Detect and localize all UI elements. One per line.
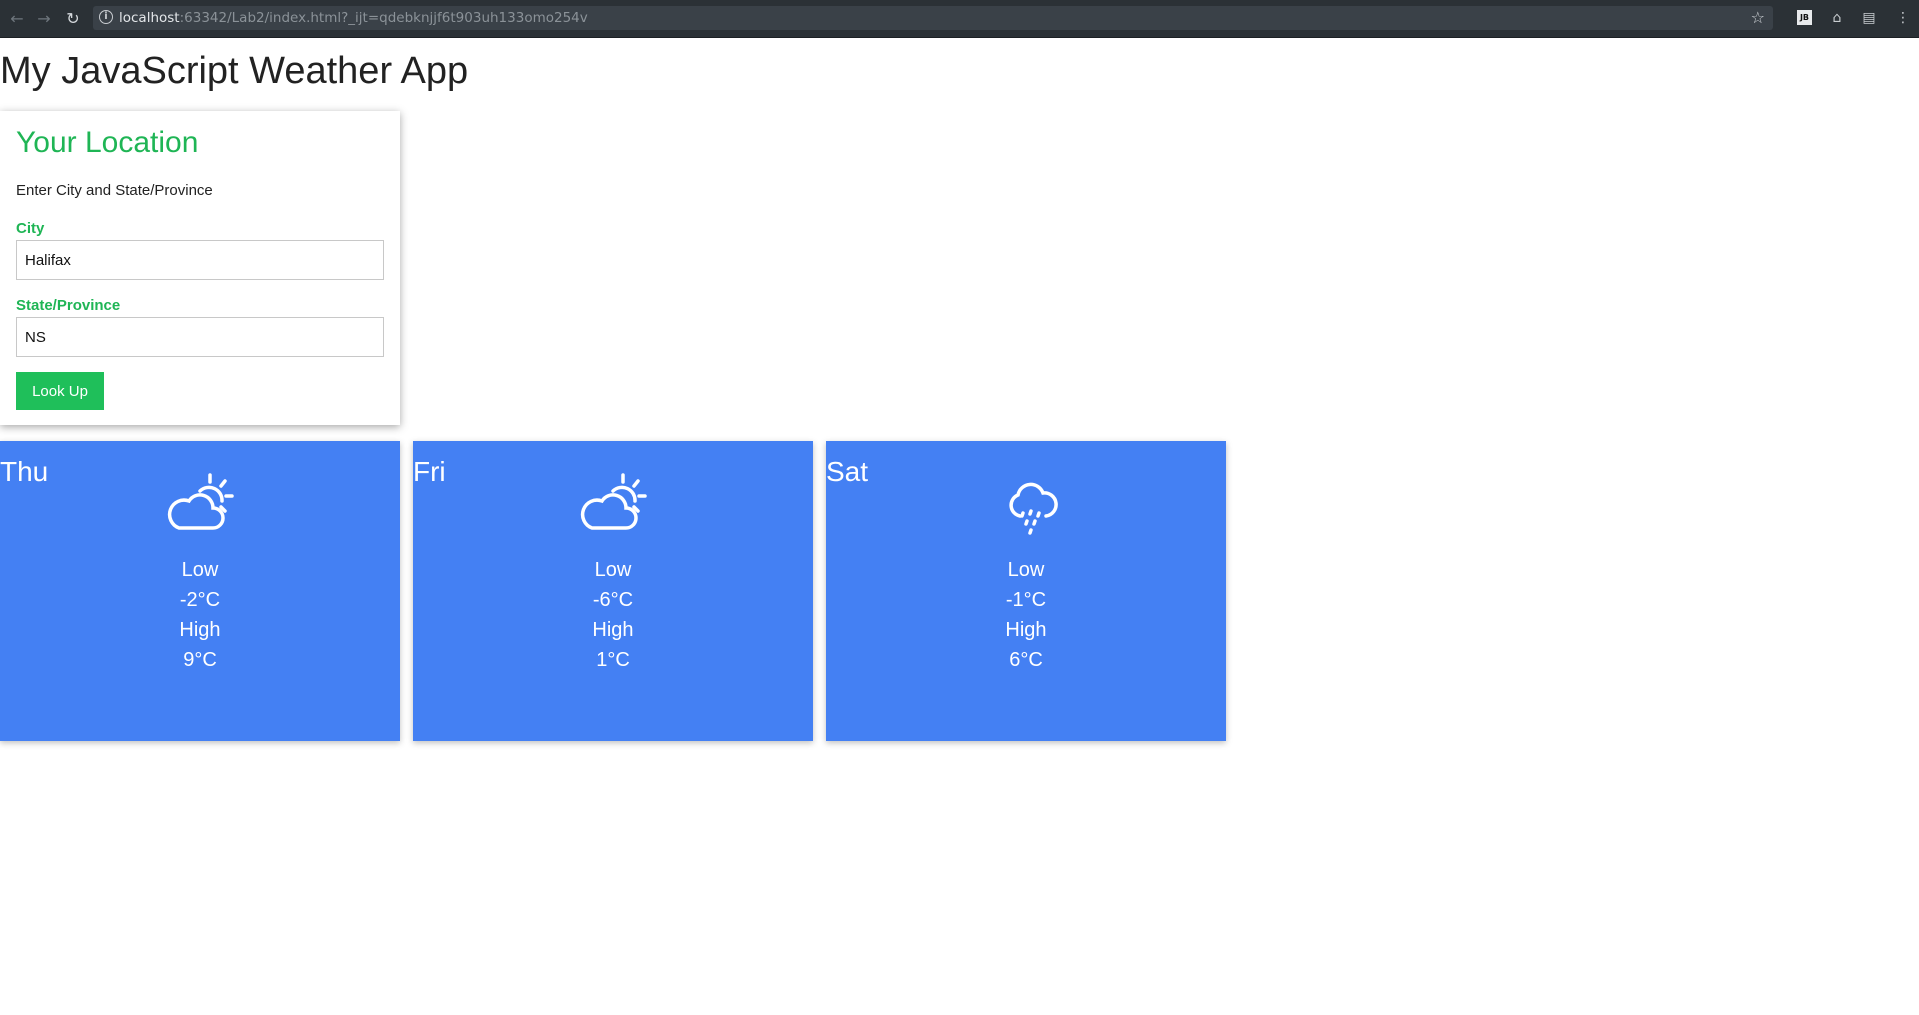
look-up-button[interactable]: Look Up <box>16 372 104 410</box>
high-label: High <box>179 619 221 641</box>
home-icon[interactable]: ⌂ <box>1827 8 1847 28</box>
low-temperature: -6°C <box>592 589 634 611</box>
info-icon[interactable]: i <box>99 10 113 24</box>
forecast-day: Sat <box>826 456 869 487</box>
address-url[interactable]: localhost:63342/Lab2/index.html?_ijt=qde… <box>119 10 588 26</box>
state-province-input[interactable] <box>16 317 384 357</box>
cast-icon[interactable]: ▤ <box>1859 8 1879 28</box>
state-province-label: State/Province <box>16 297 121 314</box>
forecast-card: Thu Low -2°C High 9°C <box>0 441 400 741</box>
low-label: Low <box>181 559 219 581</box>
high-temperature: 9°C <box>183 649 217 671</box>
high-label: High <box>1005 619 1047 641</box>
forecast-card: Sat Low -1°C High 6°C <box>826 441 1226 741</box>
low-label: Low <box>1007 559 1045 581</box>
menu-kebab-icon[interactable]: ⋮ <box>1893 8 1913 28</box>
partly-cloudy-icon <box>167 473 234 530</box>
city-label: City <box>16 220 45 237</box>
location-instructions: Enter City and State/Province <box>16 182 213 199</box>
bookmark-star-icon[interactable]: ☆ <box>1751 8 1765 27</box>
high-label: High <box>592 619 634 641</box>
back-arrow-icon[interactable]: ← <box>6 7 28 29</box>
reload-icon[interactable]: ↻ <box>62 7 84 29</box>
low-temperature: -1°C <box>1005 589 1047 611</box>
address-bar[interactable]: i localhost:63342/Lab2/index.html?_ijt=q… <box>93 6 1773 30</box>
location-card-title: Your Location <box>16 126 199 159</box>
partly-cloudy-icon <box>580 473 647 530</box>
forecast-day: Fri <box>413 456 446 487</box>
forecast-card: Fri Low -6°C High 1°C <box>413 441 813 741</box>
jetbrains-extension-icon[interactable]: JB <box>1797 10 1812 25</box>
low-label: Low <box>594 559 632 581</box>
forward-arrow-icon[interactable]: → <box>33 7 55 29</box>
page-title: My JavaScript Weather App <box>0 50 469 92</box>
city-input[interactable] <box>16 240 384 280</box>
rain-cloud-icon <box>1009 482 1058 535</box>
forecast-day: Thu <box>0 456 49 487</box>
high-temperature: 6°C <box>1009 649 1043 671</box>
location-card: Your Location Enter City and State/Provi… <box>0 111 400 425</box>
low-temperature: -2°C <box>179 589 221 611</box>
high-temperature: 1°C <box>596 649 630 671</box>
browser-toolbar: ← → ↻ i localhost:63342/Lab2/index.html?… <box>0 0 1919 38</box>
